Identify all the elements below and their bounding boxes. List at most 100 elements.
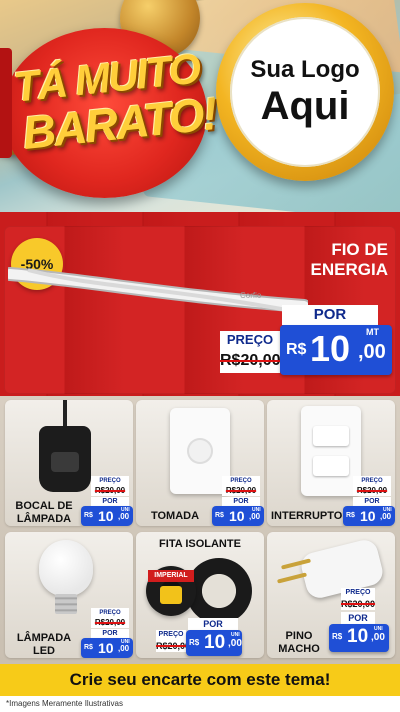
header-banner: TÁ MUITO BARATO! Sua Logo Aqui [0, 0, 400, 212]
price-currency: R$ [215, 512, 224, 519]
price-unit: UNI [383, 507, 392, 513]
old-price-value: R$20,00 [220, 352, 281, 369]
bulb-base [55, 594, 77, 614]
por-label: POR [282, 305, 378, 325]
cta-text: Crie seu encarte com este tema! [69, 670, 331, 689]
por-label: POR [91, 629, 129, 638]
price-unit: MT [366, 327, 379, 337]
price-decimal: ,00 [380, 512, 392, 521]
product-name: LÂMPADA LED [9, 632, 79, 658]
ribbon-decoration [0, 48, 12, 158]
new-price-box: R$ 10 ,00 UNI [212, 506, 264, 526]
price-integer: 10 [98, 640, 114, 656]
old-price: R$20,00 [156, 640, 190, 652]
tape-label-image [160, 586, 182, 604]
new-price-box: R$ 10 ,00 UNI [343, 506, 395, 526]
switch-key [313, 456, 349, 476]
product-name: INTERRUPTOR [271, 510, 351, 522]
product-name-line-2: LÂMPADA [16, 513, 72, 525]
old-price: R$20,00 [222, 485, 260, 496]
featured-price-tag: POR PREÇO R$20,00 R$ 10 ,00 MT [220, 305, 392, 377]
old-price-value: R$20,00 [225, 486, 257, 495]
product-name-line-1: LÂMPADA [16, 632, 72, 644]
old-price-value: R$20,00 [341, 599, 376, 609]
price-tag: POR PREÇO R$20,00 R$ 10 ,00 UNI [156, 618, 252, 658]
por-label: POR [188, 618, 238, 630]
price-currency: R$ [189, 638, 200, 647]
price-unit: UNI [121, 639, 130, 645]
price-tag: PREÇO R$20,00 POR R$ 10 ,00 UNI [212, 476, 264, 526]
product-name-line-2: LED [33, 645, 55, 657]
old-price: R$20,00 [220, 349, 281, 373]
old-price: R$20,00 [91, 485, 129, 496]
price-tag: PREÇO R$20,00 POR R$ 10 ,00 UNI [323, 588, 393, 654]
cable-brand: Corfio [240, 291, 262, 300]
product-name: BOCAL DE LÂMPADA [9, 500, 79, 526]
price-tag: PREÇO R$20,00 POR R$ 10 ,00 UNI [343, 476, 395, 526]
old-price-value: R$20,00 [94, 618, 126, 627]
price-tag: PREÇO R$20,00 POR R$ 10 ,00 UNI [81, 476, 133, 526]
price-integer: 10 [310, 328, 351, 369]
price-integer: 10 [360, 508, 376, 524]
por-label: POR [341, 612, 375, 624]
product-name: FITA ISOLANTE [159, 538, 241, 550]
price-integer: 10 [204, 632, 226, 653]
price-label: PREÇO [220, 331, 280, 349]
price-unit: UNI [374, 626, 383, 632]
product-card-bocal[interactable]: BOCAL DE LÂMPADA PREÇO R$20,00 POR R$ 10… [5, 400, 133, 526]
price-unit: UNI [252, 507, 261, 513]
price-decimal: ,00 [358, 341, 386, 363]
product-name: TOMADA [150, 510, 200, 522]
old-price: R$20,00 [353, 485, 391, 496]
product-name-line-2: MACHO [278, 643, 320, 655]
new-price-box: R$ 10 ,00 UNI [186, 630, 242, 656]
featured-name-line-1: FIO DE [331, 240, 388, 259]
price-tag: PREÇO R$20,00 POR R$ 10 ,00 UNI [81, 608, 133, 658]
price-unit: UNI [121, 507, 130, 513]
product-card-pino-macho[interactable]: PINO MACHO PREÇO R$20,00 POR R$ 10 ,00 U… [267, 532, 395, 658]
cta-banner[interactable]: Crie seu encarte com este tema! [0, 664, 400, 696]
price-decimal: ,00 [118, 512, 130, 521]
price-decimal: ,00 [118, 644, 130, 653]
product-card-lampada-led[interactable]: LÂMPADA LED PREÇO R$20,00 POR R$ 10 ,00 … [5, 532, 133, 658]
por-label: POR [222, 497, 260, 506]
price-currency: R$ [286, 341, 307, 358]
price-currency: R$ [332, 632, 343, 641]
price-integer: 10 [229, 508, 245, 524]
bulb-image [39, 540, 93, 596]
price-unit: UNI [231, 632, 240, 638]
logo-placeholder[interactable]: Sua Logo Aqui [230, 17, 380, 167]
price-decimal: ,00 [371, 632, 385, 643]
tape-brand: IMPERIAL [148, 570, 194, 582]
old-price-value: R$20,00 [156, 641, 191, 651]
product-card-fita-isolante[interactable]: FITA ISOLANTE IMPERIAL POR PREÇO R$20,00… [136, 532, 264, 658]
product-name-line-1: BOCAL DE [15, 500, 73, 512]
por-label: POR [91, 497, 129, 506]
new-price-box: R$ 10 ,00 MT [280, 325, 392, 375]
price-label: PREÇO [341, 588, 375, 598]
logo-text-line-1: Sua Logo [250, 56, 360, 83]
cord-image [63, 400, 67, 428]
switch-key [313, 426, 349, 446]
price-label: PREÇO [156, 630, 186, 640]
logo-text-line-2: Aqui [260, 84, 350, 128]
price-decimal: ,00 [228, 638, 242, 649]
new-price-box: R$ 10 ,00 UNI [81, 638, 133, 658]
price-decimal: ,00 [249, 512, 261, 521]
old-price-value: R$20,00 [94, 486, 126, 495]
por-label: POR [353, 497, 391, 506]
product-name: PINO MACHO [271, 630, 327, 656]
price-integer: 10 [98, 508, 114, 524]
disclaimer: *Imagens Meramente Ilustrativas [0, 696, 400, 712]
product-card-interruptor[interactable]: INTERRUPTOR PREÇO R$20,00 POR R$ 10 ,00 … [267, 400, 395, 526]
product-card-tomada[interactable]: TOMADA PREÇO R$20,00 POR R$ 10 ,00 UNI [136, 400, 264, 526]
old-price: R$20,00 [341, 598, 375, 610]
price-currency: R$ [84, 512, 93, 519]
plug-pin [276, 572, 308, 584]
old-price: R$20,00 [91, 617, 129, 628]
product-name-line-1: PINO [285, 630, 313, 642]
old-price-value: R$20,00 [356, 486, 388, 495]
outlet-socket [187, 438, 213, 464]
headline: TÁ MUITO BARATO! [10, 45, 218, 160]
price-currency: R$ [346, 512, 355, 519]
